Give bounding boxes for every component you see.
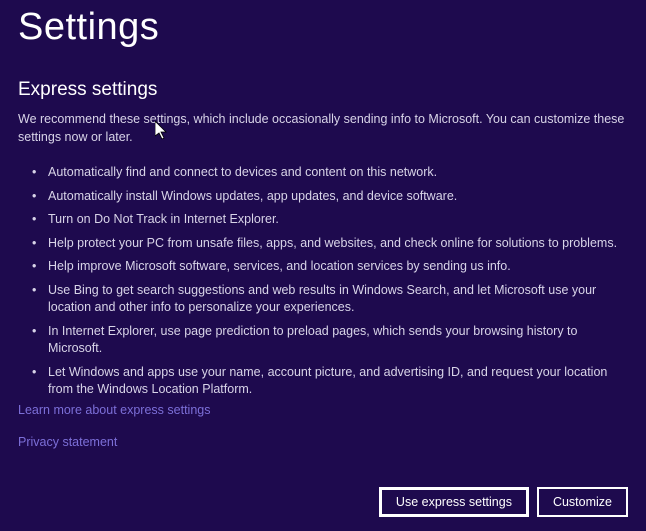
list-item: Automatically install Windows updates, a…	[28, 188, 628, 206]
list-item: Automatically find and connect to device…	[28, 164, 628, 182]
button-row: Use express settings Customize	[379, 487, 628, 517]
intro-text: We recommend these settings, which inclu…	[18, 111, 628, 146]
bullet-list: Automatically find and connect to device…	[18, 164, 628, 399]
page-title: Settings	[18, 6, 628, 49]
footer-links: Learn more about express settings Privac…	[18, 403, 210, 467]
list-item: Help improve Microsoft software, service…	[28, 258, 628, 276]
customize-button[interactable]: Customize	[537, 487, 628, 517]
learn-more-link[interactable]: Learn more about express settings	[18, 403, 210, 417]
list-item: In Internet Explorer, use page predictio…	[28, 323, 628, 358]
list-item: Help protect your PC from unsafe files, …	[28, 235, 628, 253]
privacy-link[interactable]: Privacy statement	[18, 435, 210, 449]
use-express-settings-button[interactable]: Use express settings	[379, 487, 529, 517]
list-item: Use Bing to get search suggestions and w…	[28, 282, 628, 317]
section-subtitle: Express settings	[18, 79, 628, 101]
list-item: Turn on Do Not Track in Internet Explore…	[28, 211, 628, 229]
list-item: Let Windows and apps use your name, acco…	[28, 364, 628, 399]
settings-page: Settings Express settings We recommend t…	[0, 0, 646, 531]
